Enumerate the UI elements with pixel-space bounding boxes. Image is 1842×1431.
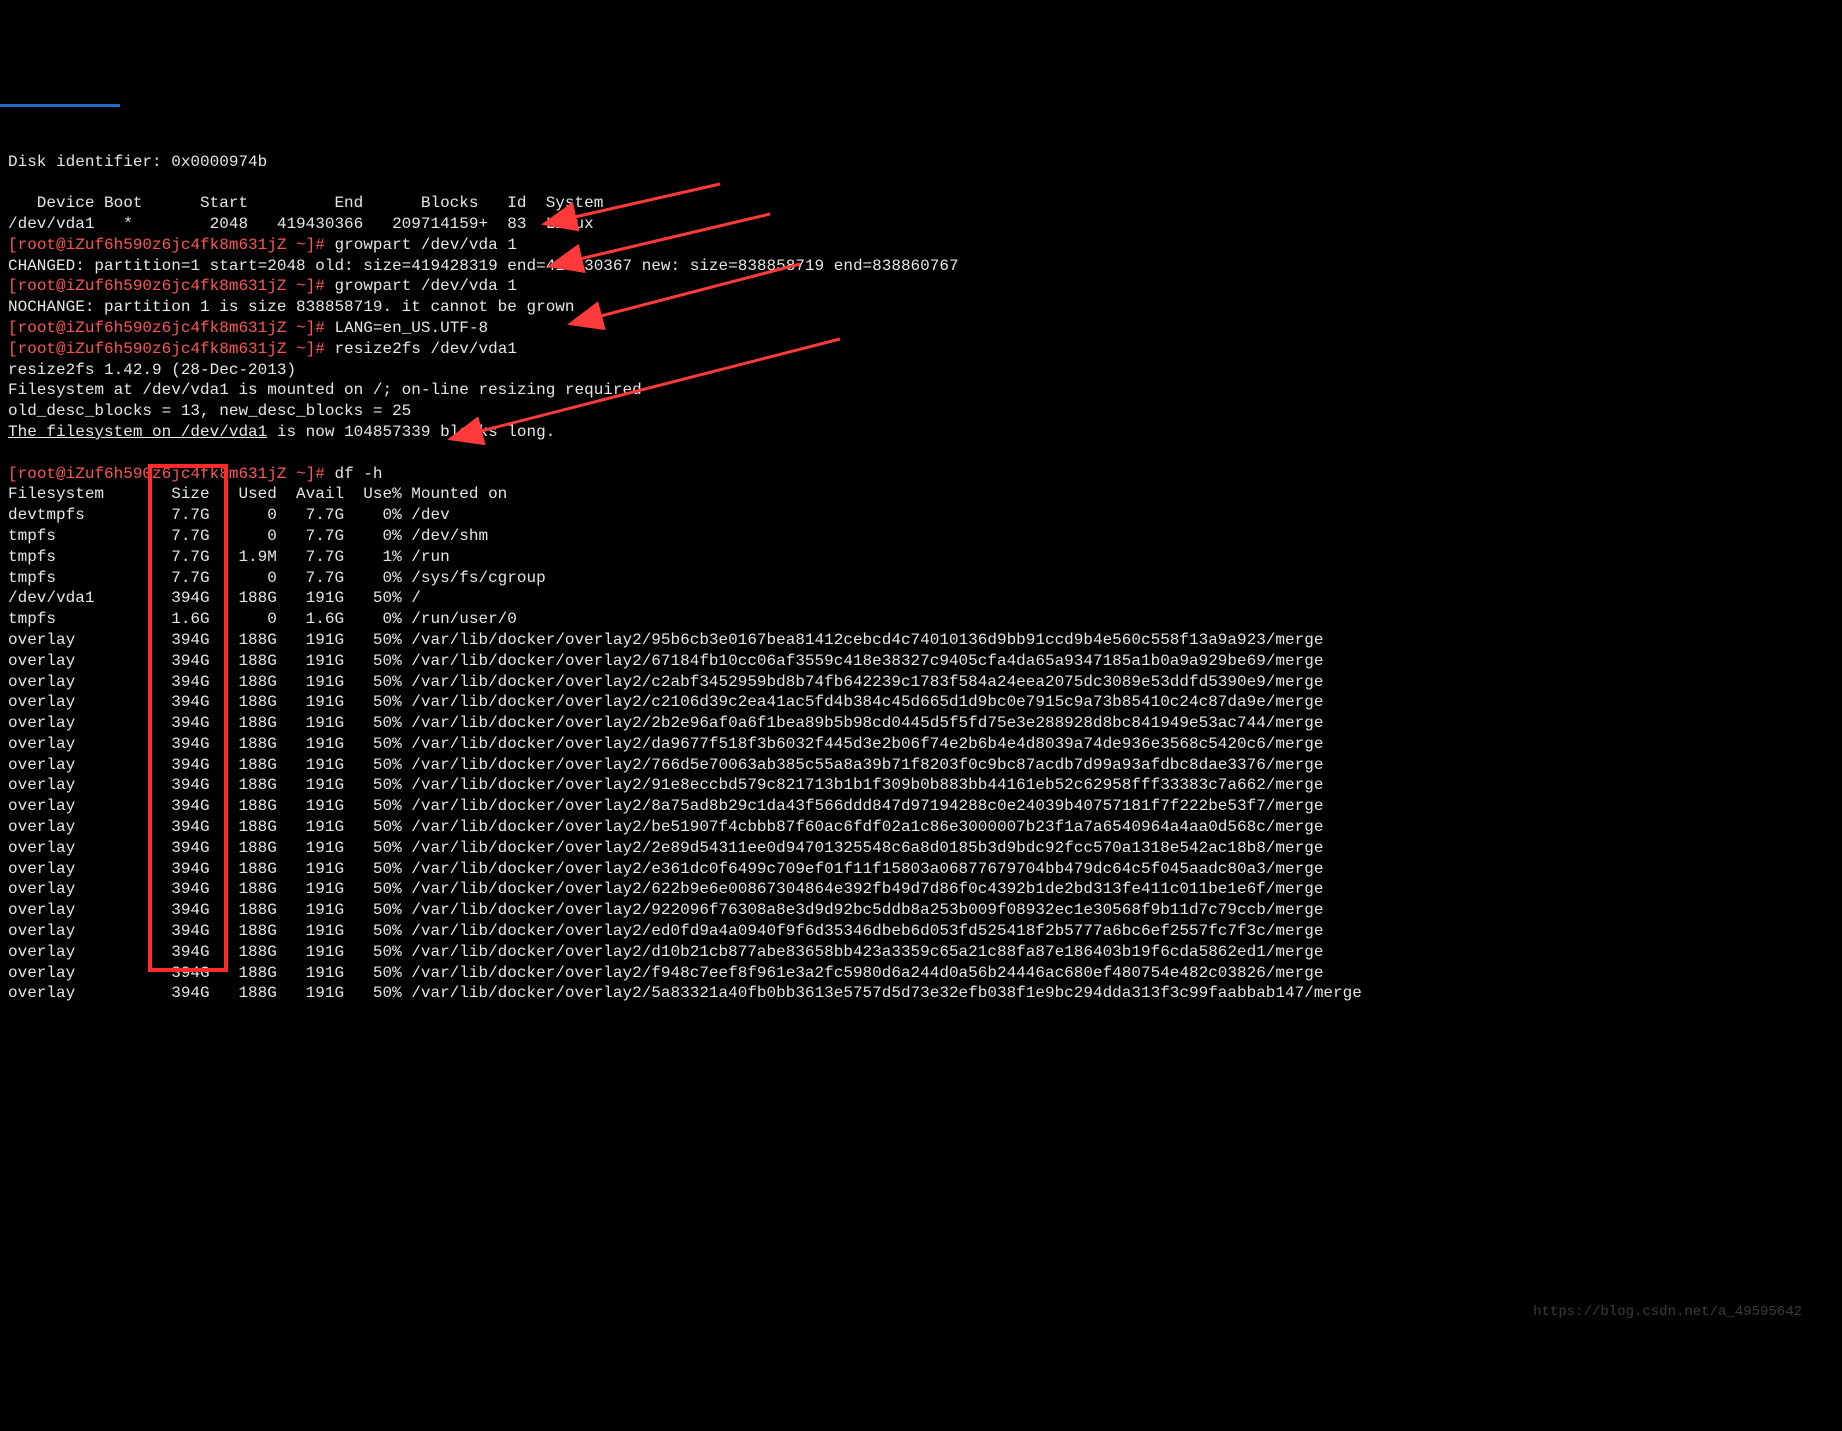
df-output-block: Filesystem Size Used Avail Use% Mounted … (8, 485, 1362, 1002)
prompt-line-2[interactable]: [root@iZuf6h590z6jc4fk8m631jZ ~]# growpa… (8, 277, 517, 295)
resize2fs-line-1: Filesystem at /dev/vda1 is mounted on /;… (8, 381, 642, 399)
cmd-growpart-1: growpart /dev/vda 1 (334, 236, 516, 254)
terminal-output: Disk identifier: 0x0000974b Device Boot … (0, 104, 1842, 1327)
disk-identifier-line: Disk identifier: 0x0000974b (8, 153, 267, 171)
output-nochange: NOCHANGE: partition 1 is size 838858719.… (8, 298, 575, 316)
cmd-resize2fs: resize2fs /dev/vda1 (334, 340, 516, 358)
cmd-growpart-2: growpart /dev/vda 1 (334, 277, 516, 295)
window-top-strip (0, 104, 1842, 107)
prompt-line-1[interactable]: [root@iZuf6h590z6jc4fk8m631jZ ~]# growpa… (8, 236, 517, 254)
prompt-line-3[interactable]: [root@iZuf6h590z6jc4fk8m631jZ ~]# LANG=e… (8, 319, 488, 337)
prompt-line-4[interactable]: [root@iZuf6h590z6jc4fk8m631jZ ~]# resize… (8, 340, 517, 358)
cmd-df: df -h (334, 465, 382, 483)
resize2fs-line-2: old_desc_blocks = 13, new_desc_blocks = … (8, 402, 411, 420)
resize2fs-line-3: The filesystem on /dev/vda1 is now 10485… (8, 423, 555, 441)
partition-table-header: Device Boot Start End Blocks Id System (8, 194, 603, 212)
cmd-lang: LANG=en_US.UTF-8 (334, 319, 488, 337)
watermark-text: https://blog.csdn.net/a_49595642 (1533, 1303, 1802, 1321)
output-changed: CHANGED: partition=1 start=2048 old: siz… (8, 257, 959, 275)
resize2fs-version: resize2fs 1.42.9 (28-Dec-2013) (8, 361, 296, 379)
prompt-line-5[interactable]: [root@iZuf6h590z6jc4fk8m631jZ ~]# df -h (8, 465, 383, 483)
partition-table-row: /dev/vda1 * 2048 419430366 209714159+ 83… (8, 215, 594, 233)
